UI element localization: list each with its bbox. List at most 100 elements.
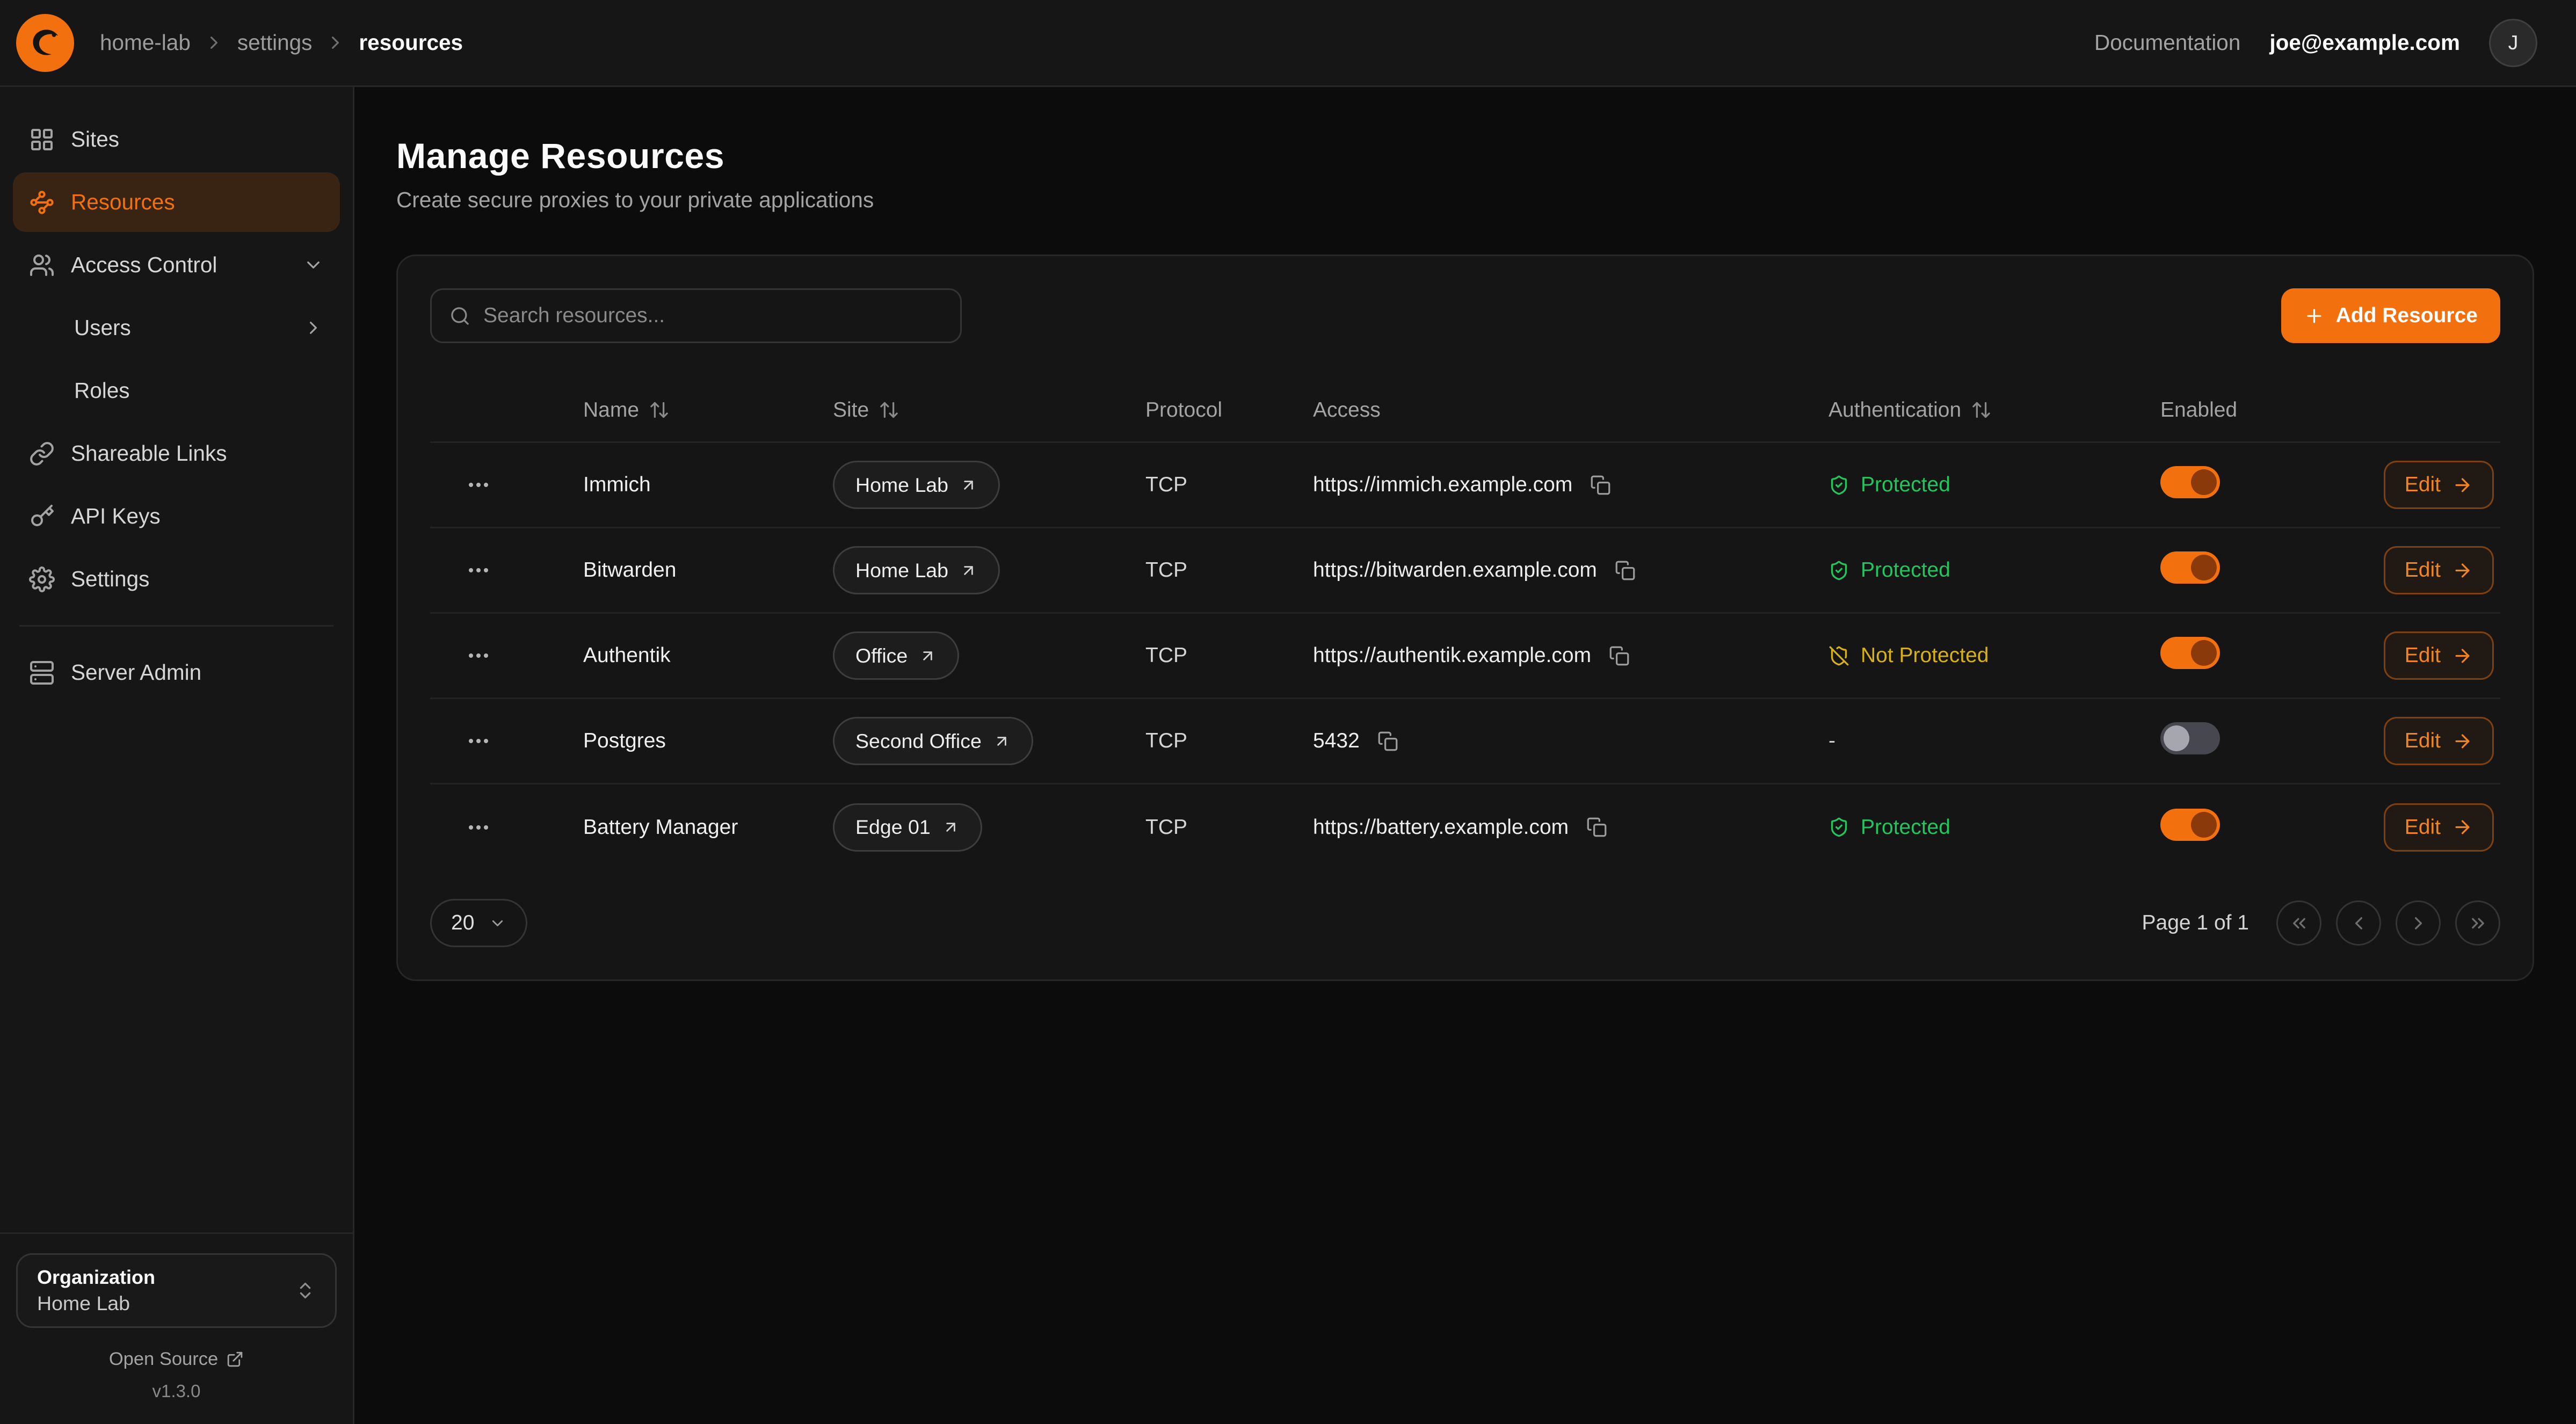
grid-icon [29,127,55,152]
header-name-label: Name [583,398,639,422]
enabled-toggle[interactable] [2160,551,2220,584]
toggle-knob [2164,725,2189,751]
documentation-link[interactable]: Documentation [2094,30,2240,55]
next-page-button[interactable] [2396,900,2441,946]
header-protocol-label: Protocol [1145,398,1222,422]
sidebar-item-server-admin[interactable]: Server Admin [13,643,340,702]
org-selector-value: Home Lab [37,1292,155,1315]
edit-label: Edit [2405,644,2441,667]
copy-button[interactable] [1374,728,1402,755]
enabled-toggle[interactable] [2160,809,2220,841]
sidebar-item-label: Sites [71,127,119,152]
breadcrumb-item-home-lab[interactable]: home-lab [100,30,191,55]
enabled-toggle[interactable] [2160,637,2220,669]
sidebar: Sites Resources Access Control [0,87,354,1424]
server-icon [29,660,55,686]
page-size-select[interactable]: 20 [430,899,527,947]
row-menu-cell [430,551,583,590]
ellipsis-icon [466,815,491,840]
table-header-row: Name Site Protocol [430,379,2500,443]
add-resource-button[interactable]: Add Resource [2281,288,2500,343]
copy-button[interactable] [1612,557,1639,584]
edit-button[interactable]: Edit [2384,546,2494,594]
edit-button[interactable]: Edit [2384,803,2494,852]
edit-label: Edit [2405,558,2441,582]
auth-label: Protected [1861,473,1950,497]
site-name: Home Lab [855,474,948,497]
breadcrumb-item-settings[interactable]: settings [237,30,313,55]
resource-access: https://bitwarden.example.com [1313,557,1828,584]
row-menu-button[interactable] [459,808,498,847]
header-site[interactable]: Site [833,398,1145,422]
arrow-right-icon [2452,645,2473,666]
table-row: Immich Home Lab TCP https://immich.examp… [430,443,2500,528]
table-row: Bitwarden Home Lab TCP https://bitwarden… [430,528,2500,614]
toggle-knob [2191,469,2217,495]
first-page-button[interactable] [2276,900,2321,946]
enabled-toggle[interactable] [2160,722,2220,754]
sidebar-item-roles[interactable]: Roles [13,361,340,420]
page-subtitle: Create secure proxies to your private ap… [396,187,2534,213]
auth-status: Protected [1828,558,2160,582]
previous-page-button[interactable] [2336,900,2381,946]
chevrons-up-down-icon [295,1280,316,1301]
edit-button[interactable]: Edit [2384,631,2494,680]
header-authentication-label: Authentication [1828,398,1961,422]
shield-off-icon [1828,645,1849,666]
row-menu-button[interactable] [459,466,498,504]
sort-icon [1971,399,1992,420]
sidebar-item-users[interactable]: Users [13,298,340,358]
auth-status: - [1828,729,2160,753]
copy-button[interactable] [1583,813,1610,841]
avatar[interactable]: J [2489,19,2537,67]
shell: Sites Resources Access Control [0,87,2576,1424]
main-content: Manage Resources Create secure proxies t… [354,87,2576,1424]
edit-button[interactable]: Edit [2384,717,2494,765]
copy-icon [1609,645,1630,666]
copy-icon [1615,560,1636,581]
header-authentication[interactable]: Authentication [1828,398,2160,422]
sidebar-item-api-keys[interactable]: API Keys [13,486,340,546]
org-selector[interactable]: Organization Home Lab [16,1253,337,1328]
copy-icon [1590,475,1611,496]
sidebar-item-label: Settings [71,566,149,592]
topbar: home-lab settings resources Documentatio… [0,0,2576,87]
row-menu-button[interactable] [459,551,498,590]
sidebar-item-resources[interactable]: Resources [13,172,340,232]
site-link-button[interactable]: Office [833,631,959,680]
toggle-knob [2191,640,2217,666]
access-port: 5432 [1313,729,1360,753]
sidebar-item-settings[interactable]: Settings [13,549,340,609]
row-menu-button[interactable] [459,722,498,760]
pagination: Page 1 of 1 [2142,900,2501,946]
app-logo-icon[interactable] [16,14,74,72]
sidebar-item-label: Resources [71,190,175,215]
site-link-button[interactable]: Home Lab [833,461,1000,509]
site-name: Office [855,644,908,667]
arrow-up-right-icon [942,818,960,836]
app-version: v1.3.0 [16,1381,337,1401]
chevrons-left-icon [2289,913,2310,934]
header-name[interactable]: Name [583,398,833,422]
search-input[interactable] [483,304,942,328]
resources-toolbar: Add Resource [430,288,2500,343]
sidebar-item-access-control[interactable]: Access Control [13,235,340,295]
row-menu-cell [430,722,583,760]
sidebar-item-shareable-links[interactable]: Shareable Links [13,424,340,483]
copy-button[interactable] [1587,471,1614,499]
row-menu-button[interactable] [459,636,498,675]
resource-access: 5432 [1313,728,1828,755]
site-link-button[interactable]: Home Lab [833,546,1000,594]
enabled-toggle[interactable] [2160,466,2220,498]
sidebar-item-label: Users [74,315,131,340]
edit-button[interactable]: Edit [2384,461,2494,509]
sidebar-item-sites[interactable]: Sites [13,110,340,169]
copy-button[interactable] [1606,642,1633,670]
sidebar-item-label: Roles [74,378,130,403]
site-link-button[interactable]: Second Office [833,717,1033,765]
site-link-button[interactable]: Edge 01 [833,803,982,852]
table-row: Authentik Office TCP https://authentik.e… [430,614,2500,699]
open-source-link[interactable]: Open Source [16,1349,337,1370]
org-selector-label: Organization [37,1266,155,1289]
last-page-button[interactable] [2455,900,2500,946]
